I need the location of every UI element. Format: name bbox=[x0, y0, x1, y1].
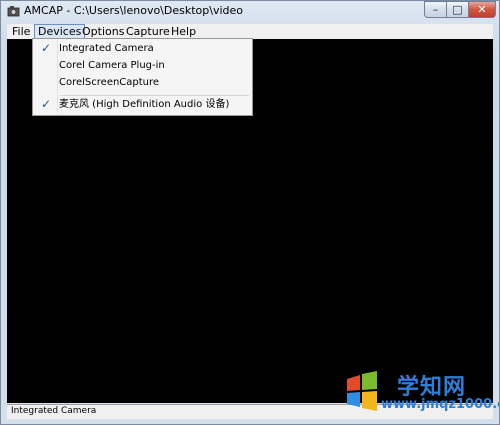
device-item-corel-screen-capture[interactable]: CorelScreenCapture bbox=[33, 74, 252, 91]
status-text: Integrated Camera bbox=[11, 406, 97, 416]
device-label: Corel Camera Plug-in bbox=[59, 60, 165, 71]
amcap-window: AMCAP - C:\Users\lenovo\Desktop\video – … bbox=[0, 0, 500, 425]
menu-help[interactable]: Help bbox=[168, 24, 199, 39]
minimize-button[interactable]: – bbox=[424, 1, 447, 18]
title-bar[interactable]: AMCAP - C:\Users\lenovo\Desktop\video – … bbox=[1, 1, 499, 23]
menu-capture[interactable]: Capture bbox=[123, 24, 173, 39]
device-item-microphone[interactable]: ✓ 麦克风 (High Definition Audio 设备) bbox=[33, 96, 252, 113]
windows-logo-icon bbox=[347, 371, 377, 411]
maximize-button[interactable]: □ bbox=[447, 1, 469, 18]
menu-bar: File Devices Options Capture Help bbox=[7, 24, 493, 39]
device-label: CorelScreenCapture bbox=[59, 77, 160, 88]
minimize-icon: – bbox=[432, 3, 439, 16]
close-button[interactable]: ✕ bbox=[469, 1, 496, 18]
app-camera-icon bbox=[7, 6, 20, 17]
checkmark-icon: ✓ bbox=[40, 41, 52, 55]
devices-dropdown-menu: ✓ Integrated Camera Corel Camera Plug-in… bbox=[32, 38, 253, 116]
device-label: Integrated Camera bbox=[59, 43, 154, 54]
close-icon: ✕ bbox=[477, 3, 487, 16]
device-item-corel-camera-plugin[interactable]: Corel Camera Plug-in bbox=[33, 57, 252, 74]
watermark-url: www.jmqz1000.com bbox=[381, 397, 499, 412]
menu-devices[interactable]: Devices bbox=[34, 24, 86, 39]
maximize-icon: □ bbox=[452, 3, 463, 16]
window-title: AMCAP - C:\Users\lenovo\Desktop\video bbox=[24, 4, 244, 17]
menu-file[interactable]: File bbox=[9, 24, 33, 39]
menu-options[interactable]: Options bbox=[79, 24, 127, 39]
checkmark-icon: ✓ bbox=[40, 97, 52, 111]
device-item-integrated-camera[interactable]: ✓ Integrated Camera bbox=[33, 40, 252, 57]
site-watermark: 学知网 www.jmqz1000.com bbox=[345, 367, 499, 419]
device-label: 麦克风 (High Definition Audio 设备) bbox=[59, 99, 230, 110]
